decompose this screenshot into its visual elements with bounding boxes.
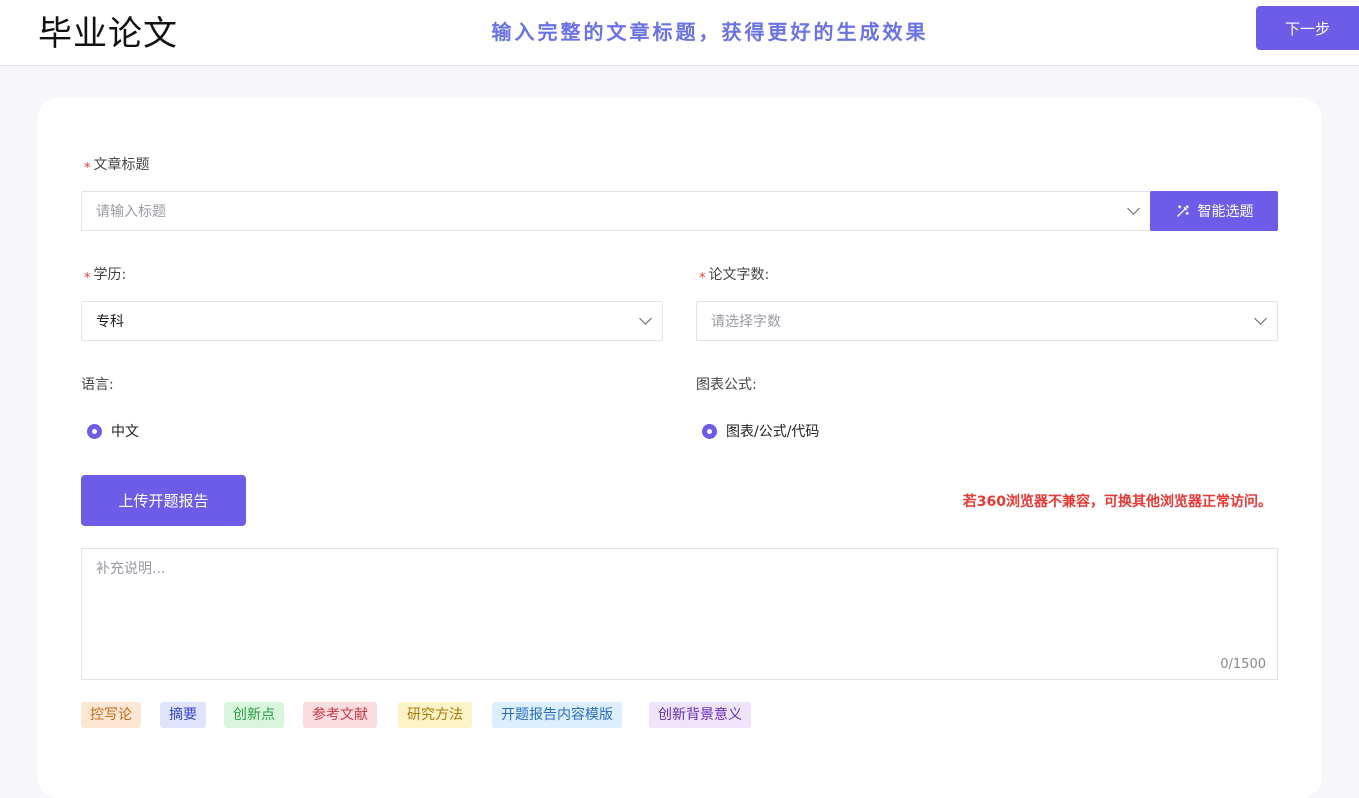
language-label: 语言:	[81, 377, 114, 393]
chevron-down-icon	[1127, 202, 1140, 215]
next-step-button[interactable]: 下一步	[1256, 6, 1359, 50]
chevron-down-icon	[1254, 312, 1267, 325]
education-select[interactable]: 专科	[81, 301, 663, 341]
word-count-placeholder: 请选择字数	[711, 314, 781, 330]
charts-option[interactable]: 图表/公式/代码	[702, 421, 819, 441]
smart-topic-button[interactable]: 智能选题	[1150, 191, 1278, 231]
radio-selected-icon[interactable]	[87, 423, 102, 439]
chevron-down-icon	[639, 312, 652, 325]
charts-option-label: 图表/公式/代码	[726, 424, 820, 440]
top-bar: 毕业论文 输入完整的文章标题，获得更好的生成效果 下一步	[0, 0, 1359, 66]
education-label-text: 学历:	[93, 267, 127, 283]
title-placeholder: 请输入标题	[96, 204, 166, 220]
word-count-label-text: 论文字数:	[708, 267, 770, 283]
radio-selected-icon[interactable]	[702, 423, 717, 439]
language-option-chinese[interactable]: 中文	[87, 421, 139, 441]
tag-2[interactable]: 创新点	[224, 702, 284, 728]
language-option-label: 中文	[111, 424, 139, 440]
tag-4[interactable]: 研究方法	[398, 702, 472, 728]
tag-0[interactable]: 控写论	[81, 702, 141, 728]
word-count-label: * 论文字数:	[699, 264, 770, 286]
required-mark: *	[699, 271, 706, 286]
tag-6[interactable]: 创新背景意义	[649, 702, 751, 728]
tag-3[interactable]: 参考文献	[303, 702, 377, 728]
education-value: 专科	[96, 314, 124, 330]
word-count-select[interactable]: 请选择字数	[696, 301, 1278, 341]
browser-warning: 若360浏览器不兼容，可换其他浏览器正常访问。	[962, 494, 1272, 510]
tag-1[interactable]: 摘要	[160, 702, 206, 728]
charts-label: 图表公式:	[696, 377, 757, 393]
notes-textarea[interactable]: 补充说明... 0/1500	[81, 548, 1278, 680]
title-input[interactable]: 请输入标题	[81, 191, 1151, 231]
magic-wand-icon	[1175, 204, 1190, 219]
education-label: * 学历:	[84, 264, 127, 286]
notes-placeholder: 补充说明...	[96, 561, 166, 577]
title-label: * 文章标题	[84, 154, 150, 176]
header-tagline: 输入完整的文章标题，获得更好的生成效果	[491, 20, 929, 44]
required-mark: *	[84, 271, 91, 286]
title-label-text: 文章标题	[93, 157, 150, 173]
upload-proposal-button[interactable]: 上传开题报告	[81, 475, 246, 526]
required-mark: *	[84, 161, 91, 176]
char-counter: 0/1500	[1220, 657, 1266, 672]
tag-5[interactable]: 开题报告内容模版	[492, 702, 622, 728]
smart-topic-label: 智能选题	[1197, 204, 1254, 220]
